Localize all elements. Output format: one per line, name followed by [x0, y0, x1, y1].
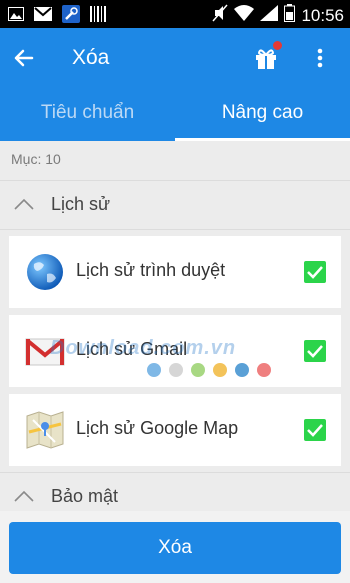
list-item-browser-history[interactable]: Lịch sử trình duyệt	[9, 236, 341, 308]
list-item-label: Lịch sử Google Map	[76, 418, 239, 438]
watermark-dots	[147, 363, 271, 377]
list-item-google-map-history[interactable]: Lịch sử Google Map	[9, 394, 341, 466]
checkbox-checked[interactable]	[304, 419, 326, 441]
section-title: Bảo mật	[51, 486, 119, 506]
status-bar: 10:56	[0, 0, 350, 28]
gmail-icon	[34, 7, 52, 26]
back-arrow-icon[interactable]	[10, 44, 38, 72]
checkbox-checked[interactable]	[304, 340, 326, 362]
globe-icon	[25, 252, 65, 292]
tab-bar: Tiêu chuẩn Nâng cao	[0, 88, 350, 141]
section-header-history[interactable]: Lịch sử	[0, 181, 350, 229]
divider	[0, 229, 350, 230]
image-icon	[8, 7, 24, 26]
section-title: Lịch sử	[51, 194, 111, 214]
more-vert-icon[interactable]	[307, 44, 333, 72]
notification-badge	[273, 41, 282, 50]
chevron-up-icon	[13, 195, 35, 213]
list-item-label: Lịch sử trình duyệt	[76, 260, 226, 280]
mute-icon	[212, 4, 229, 27]
wrench-icon	[62, 5, 80, 28]
watermark-text: Download.com.vn	[50, 337, 237, 359]
checkbox-checked[interactable]	[304, 261, 326, 283]
chevron-up-icon	[13, 487, 35, 505]
battery-icon	[284, 4, 296, 27]
page-title: Xóa	[72, 46, 110, 69]
maps-icon	[25, 410, 65, 450]
tab-advanced[interactable]: Nâng cao	[175, 88, 350, 141]
delete-button[interactable]: Xóa	[9, 522, 341, 574]
tab-standard[interactable]: Tiêu chuẩn	[0, 88, 175, 141]
clock: 10:56	[301, 5, 344, 25]
barcode-icon	[90, 6, 106, 27]
signal-icon	[260, 5, 279, 26]
watermark-dot	[147, 363, 161, 377]
app-bar: Xóa	[0, 28, 350, 88]
watermark-dot	[169, 363, 183, 377]
watermark-dot	[257, 363, 271, 377]
item-count: Mục: 10	[11, 151, 61, 167]
watermark-dot	[235, 363, 249, 377]
watermark-dot	[213, 363, 227, 377]
watermark-dot	[191, 363, 205, 377]
wifi-icon	[234, 5, 255, 26]
